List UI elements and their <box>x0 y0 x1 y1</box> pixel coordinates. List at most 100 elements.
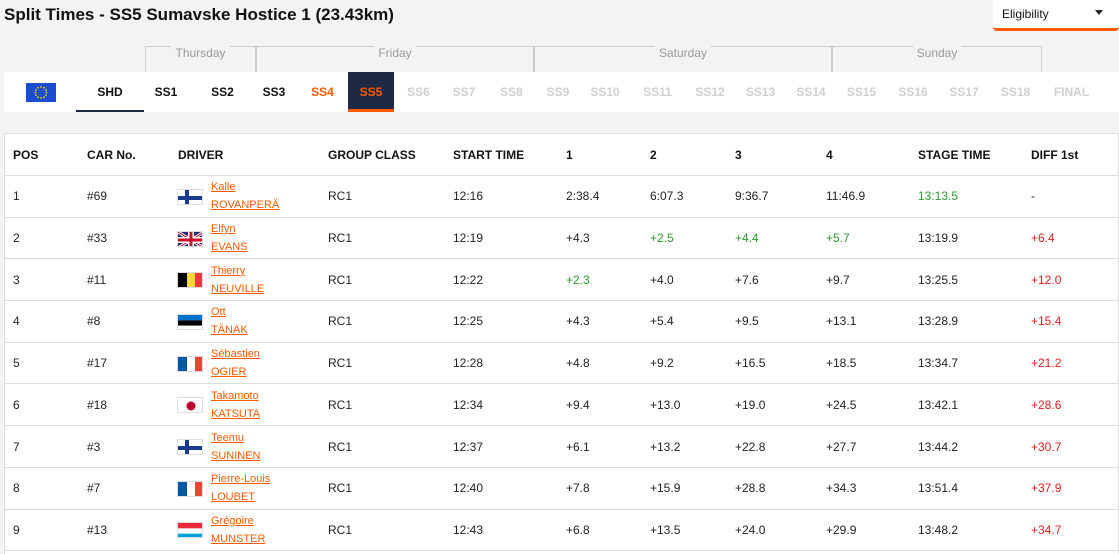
tab-ss16[interactable]: SS16 <box>887 72 939 112</box>
split-1-cell: 2:38.4 <box>566 189 600 204</box>
car-number-cell: #8 <box>87 314 101 329</box>
eligibility-dropdown[interactable]: Eligibility <box>993 0 1119 31</box>
tab-ss7[interactable]: SS7 <box>441 72 487 112</box>
diff-1st-cell: +15.4 <box>1031 314 1062 329</box>
pos-cell: 5 <box>13 356 20 371</box>
split-4-cell: +18.5 <box>826 356 857 371</box>
driver-last-name-link[interactable]: EVANS <box>211 238 247 256</box>
col-header-car[interactable]: CAR No. <box>87 134 136 175</box>
col-header-split-4[interactable]: 4 <box>826 134 833 175</box>
stage-time-cell: 13:42.1 <box>918 397 959 412</box>
driver-cell: Sébastien OGIER <box>211 343 260 384</box>
chevron-down-icon <box>1095 10 1103 15</box>
col-header-start-time[interactable]: START TIME <box>453 134 524 175</box>
col-header-split-3[interactable]: 3 <box>735 134 742 175</box>
page-title: Split Times - SS5 Sumavske Hostice 1 (23… <box>4 5 394 24</box>
split-4-cell: +34.3 <box>826 481 857 496</box>
pos-cell: 2 <box>13 231 20 246</box>
tab-ss17[interactable]: SS17 <box>939 72 989 112</box>
split-4-cell: +13.1 <box>826 314 857 329</box>
tab-ss10[interactable]: SS10 <box>581 72 629 112</box>
table-row: 7 #3 RC1 12:37 +6.1 +13.2 +22.8 +27.7 13:44.2 +30… <box>5 426 1119 468</box>
driver-first-name-link[interactable]: Thierry <box>211 262 245 280</box>
driver-first-name-link[interactable]: Pierre-Louis <box>211 470 270 488</box>
split-2-cell: +15.9 <box>650 481 681 496</box>
split-3-cell: +7.6 <box>735 272 759 287</box>
split-times-table: POS CAR No. DRIVER GROUP CLASS START TIM… <box>4 133 1119 554</box>
finland-flag-icon <box>177 188 203 205</box>
driver-first-name-link[interactable]: Elfyn <box>211 220 235 238</box>
tab-ss9[interactable]: SS9 <box>535 72 581 112</box>
split-2-cell: +13.0 <box>650 397 681 412</box>
stage-time-cell: 13:48.2 <box>918 522 959 537</box>
tab-final[interactable]: FINAL <box>1040 72 1103 112</box>
start-time-cell: 12:37 <box>453 439 484 454</box>
eligibility-label: Eligibility <box>1002 7 1049 21</box>
driver-last-name-link[interactable]: TÄNAK <box>211 321 248 339</box>
tab-ss3[interactable]: SS3 <box>249 72 299 112</box>
car-number-cell: #13 <box>87 522 108 537</box>
car-number-cell: #3 <box>87 439 101 454</box>
stage-tabs: SHD SS1 SS2 SS3 SS4 SS5 SS6 SS7 SS8 SS9 SS10 SS11 SS… <box>4 72 1119 112</box>
start-time-cell: 12:34 <box>453 397 484 412</box>
stage-time-cell: 13:25.5 <box>918 272 959 287</box>
car-number-cell: #69 <box>87 189 108 204</box>
diff-1st-cell: +12.0 <box>1031 272 1062 287</box>
tab-ss14[interactable]: SS14 <box>785 72 837 112</box>
pos-cell: 1 <box>13 189 20 204</box>
tab-ss5[interactable]: SS5 <box>348 72 394 112</box>
driver-first-name-link[interactable]: Teemu <box>211 429 244 447</box>
tab-ss4[interactable]: SS4 <box>301 72 344 112</box>
split-2-cell: +9.2 <box>650 356 674 371</box>
split-2-cell: +2.5 <box>650 231 674 246</box>
col-header-group-class[interactable]: GROUP CLASS <box>328 134 416 175</box>
table-row: 1 #69 RC1 12:16 2:38.4 6:07.3 9:36.7 11:46.9 13:… <box>5 176 1119 218</box>
col-header-split-1[interactable]: 1 <box>566 134 573 175</box>
driver-first-name-link[interactable]: Grégoire <box>211 512 254 530</box>
day-label: Sunday <box>912 46 962 60</box>
tab-ss18[interactable]: SS18 <box>990 72 1041 112</box>
driver-last-name-link[interactable]: ROVANPERÄ <box>211 196 279 214</box>
driver-last-name-link[interactable]: SUNINEN <box>211 447 261 465</box>
eu-flag-icon[interactable] <box>26 83 56 102</box>
driver-first-name-link[interactable]: Ott <box>211 303 226 321</box>
tab-shd[interactable]: SHD <box>76 72 144 112</box>
tab-ss15[interactable]: SS15 <box>836 72 887 112</box>
driver-first-name-link[interactable]: Sébastien <box>211 345 260 363</box>
tab-ss2[interactable]: SS2 <box>194 72 251 112</box>
split-1-cell: +6.8 <box>566 522 590 537</box>
driver-last-name-link[interactable]: MUNSTER <box>211 530 265 548</box>
driver-first-name-link[interactable]: Kalle <box>211 178 235 196</box>
tab-ss11[interactable]: SS11 <box>630 72 685 112</box>
driver-last-name-link[interactable]: OGIER <box>211 363 246 381</box>
start-time-cell: 12:25 <box>453 314 484 329</box>
col-header-diff-1st[interactable]: DIFF 1st <box>1031 134 1078 175</box>
car-number-cell: #7 <box>87 481 101 496</box>
tab-ss1[interactable]: SS1 <box>138 72 194 112</box>
driver-cell: Elfyn EVANS <box>211 218 247 259</box>
col-header-split-2[interactable]: 2 <box>650 134 657 175</box>
tab-ss8[interactable]: SS8 <box>488 72 535 112</box>
col-header-driver[interactable]: DRIVER <box>178 134 223 175</box>
pos-cell: 7 <box>13 439 20 454</box>
col-header-stage-time[interactable]: STAGE TIME <box>918 134 990 175</box>
day-group-sunday: Sunday <box>832 46 1042 73</box>
day-group-friday: Friday <box>256 46 534 73</box>
day-group-thursday: Thursday <box>145 46 256 73</box>
start-time-cell: 12:43 <box>453 522 484 537</box>
pos-cell: 9 <box>13 522 20 537</box>
car-number-cell: #11 <box>87 272 107 287</box>
driver-first-name-link[interactable]: Takamoto <box>211 387 259 405</box>
driver-cell: Thierry NEUVILLE <box>211 259 264 300</box>
driver-last-name-link[interactable]: LOUBET <box>211 488 255 506</box>
tab-ss13[interactable]: SS13 <box>736 72 785 112</box>
tab-ss6[interactable]: SS6 <box>395 72 442 112</box>
driver-last-name-link[interactable]: NEUVILLE <box>211 280 264 298</box>
driver-last-name-link[interactable]: KATSUTA <box>211 405 260 423</box>
start-time-cell: 12:28 <box>453 356 484 371</box>
tab-ss12[interactable]: SS12 <box>684 72 736 112</box>
split-1-cell: +9.4 <box>566 397 590 412</box>
col-header-pos[interactable]: POS <box>13 134 38 175</box>
stage-time-cell: 13:13.5 <box>918 189 959 204</box>
table-row: 8 #7 RC1 12:40 +7.8 +15.9 +28.8 +34.3 13:51.4 +37… <box>5 468 1119 510</box>
